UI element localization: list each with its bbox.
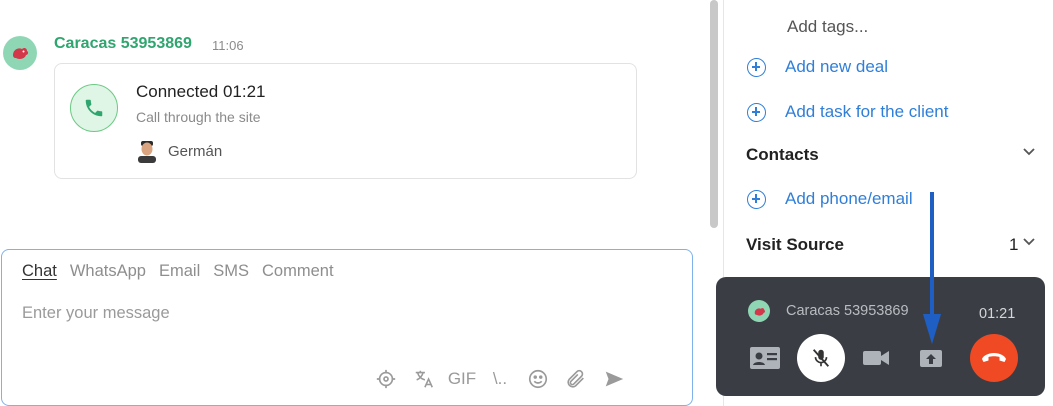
tab-email[interactable]: Email [159, 262, 200, 281]
emoji-icon[interactable] [519, 365, 557, 393]
message-input[interactable] [22, 304, 662, 323]
tab-chat[interactable]: Chat [22, 262, 57, 281]
contact-card-button[interactable] [741, 334, 789, 382]
add-phone-email-label: Add phone/email [785, 189, 913, 208]
visit-source-title[interactable]: Visit Source [746, 235, 844, 255]
plus-circle-icon [747, 189, 766, 209]
call-subtitle: Call through the site [136, 109, 261, 125]
gif-icon[interactable]: GIF [443, 365, 481, 393]
channel-tabs: Chat WhatsApp Email SMS Comment [22, 262, 334, 281]
tags-input[interactable]: Add tags... [787, 17, 868, 37]
template-icon[interactable]: \.. [481, 365, 519, 393]
plus-circle-icon [747, 102, 766, 122]
tab-whatsapp[interactable]: WhatsApp [70, 262, 146, 281]
video-button[interactable] [852, 334, 900, 382]
tab-sms[interactable]: SMS [213, 262, 249, 281]
add-phone-email-link[interactable]: Add phone/email [747, 189, 913, 209]
message-sender[interactable]: Caracas 53953869 [54, 35, 192, 53]
add-task-label: Add task for the client [785, 102, 949, 121]
mic-off-icon [812, 349, 830, 367]
composer-toolbar: GIF \.. [367, 365, 633, 393]
chevron-down-icon[interactable] [1023, 238, 1035, 246]
message-composer: Chat WhatsApp Email SMS Comment GIF \.. [1, 249, 693, 406]
target-icon[interactable] [367, 365, 405, 393]
chat-area: Caracas 53953869 11:06 Connected 01:21 C… [0, 0, 705, 406]
annotation-arrow [923, 192, 941, 344]
call-duration: 01:21 [979, 306, 1016, 322]
phone-icon [70, 84, 118, 132]
transfer-icon [920, 350, 942, 367]
contacts-section-title[interactable]: Contacts [746, 145, 819, 165]
caller-name: Caracas 53953869 [786, 303, 909, 319]
agent-name: Germán [168, 143, 223, 160]
bird-icon [13, 47, 29, 59]
caller-avatar [748, 300, 770, 322]
app-root: Caracas 53953869 11:06 Connected 01:21 C… [0, 0, 1053, 406]
agent-avatar [138, 141, 156, 163]
add-deal-label: Add new deal [785, 57, 889, 76]
video-icon [863, 351, 889, 365]
message-time: 11:06 [212, 38, 244, 53]
translate-icon[interactable] [405, 365, 443, 393]
visit-source-count: 1 [1009, 235, 1019, 254]
tab-comment[interactable]: Comment [262, 262, 334, 281]
add-deal-link[interactable]: Add new deal [747, 57, 888, 77]
contact-card-icon [750, 347, 780, 369]
mute-button[interactable] [797, 334, 845, 382]
hang-up-icon [982, 353, 1006, 362]
chevron-down-icon[interactable] [1023, 148, 1035, 156]
hang-up-button[interactable] [970, 334, 1018, 382]
call-card: Connected 01:21 Call through the site Ge… [54, 63, 637, 179]
add-task-link[interactable]: Add task for the client [747, 102, 948, 122]
plus-circle-icon [747, 57, 766, 77]
call-widget: Caracas 53953869 01:21 [716, 277, 1045, 396]
attach-icon[interactable] [557, 365, 595, 393]
send-icon[interactable] [595, 365, 633, 393]
visitor-avatar[interactable] [3, 36, 37, 70]
bird-icon [754, 307, 765, 316]
chat-scrollbar[interactable] [710, 0, 718, 228]
call-status-title: Connected 01:21 [136, 82, 266, 101]
